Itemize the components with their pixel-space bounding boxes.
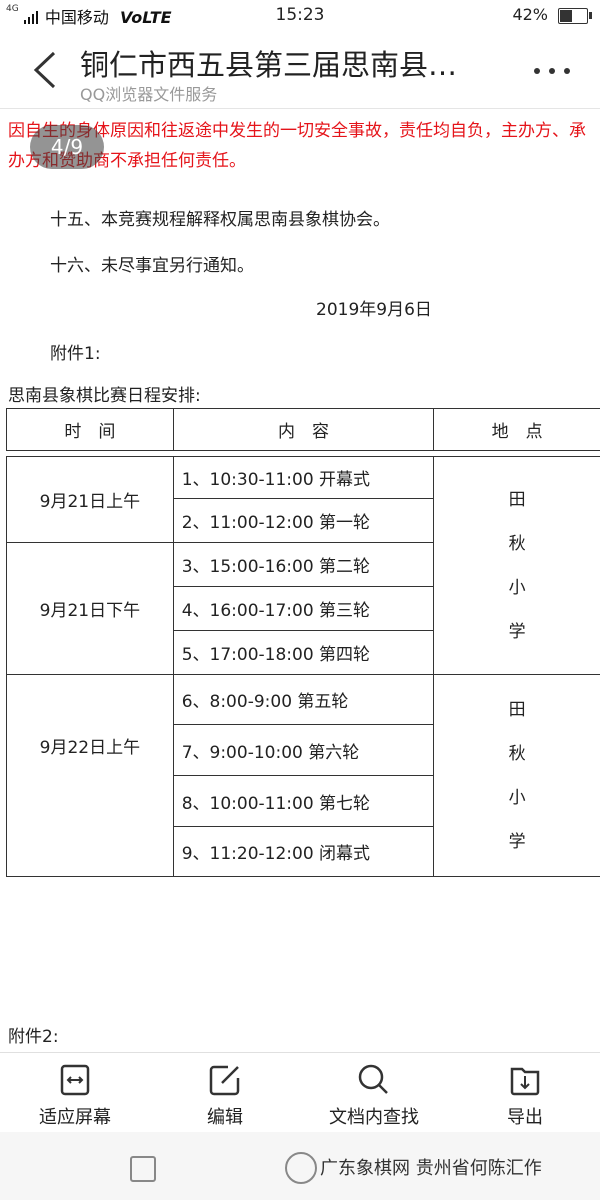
schedule-title: 思南县象棋比赛日程安排:	[8, 386, 201, 406]
place-char: 田	[508, 699, 526, 720]
battery-icon	[558, 8, 592, 24]
app-header: 铜仁市西五县第三届思南县… QQ浏览器文件服务	[0, 32, 600, 109]
find-in-document-button[interactable]: 文档内查找	[314, 1063, 434, 1129]
document-date: 2019年9月6日	[316, 300, 432, 320]
place-cell: 田 秋 小 学	[433, 456, 600, 675]
find-label: 文档内查找	[329, 1107, 419, 1128]
export-download-icon	[510, 1067, 540, 1096]
place-char: 学	[508, 621, 526, 642]
time-cell: 9月21日上午	[6, 456, 174, 543]
place-char: 小	[508, 577, 526, 598]
table-header-row: 时 间 内 容 地 点	[6, 408, 600, 451]
back-button[interactable]	[30, 50, 62, 90]
header-time: 时 间	[6, 408, 174, 451]
table-row: 9月22日上午 6、8:00-9:00 第五轮 田 秋 小 学	[6, 674, 600, 877]
content-cell: 4、16:00-17:00 第三轮	[172, 586, 435, 631]
header-content: 内 容	[172, 408, 435, 451]
chevron-left-icon	[33, 51, 56, 89]
system-nav-bar: 广东象棋网 贵州省何陈汇作	[0, 1132, 600, 1200]
edit-icon	[209, 1065, 240, 1096]
more-menu-button[interactable]	[532, 60, 572, 80]
recent-apps-button[interactable]	[130, 1156, 156, 1182]
bottom-toolbar: 适应屏幕 编辑 文档内查找 导出	[0, 1052, 600, 1133]
rule-16: 十六、未尽事宜另行通知。	[50, 256, 254, 276]
header-place: 地 点	[433, 408, 600, 451]
edit-button[interactable]: 编辑	[165, 1063, 285, 1129]
content-cell: 7、9:00-10:00 第六轮	[172, 724, 435, 776]
attachment-2-label: 附件2:	[8, 1027, 59, 1047]
content-cell: 6、8:00-9:00 第五轮	[172, 674, 435, 725]
search-icon	[358, 1064, 388, 1094]
export-button[interactable]: 导出	[465, 1063, 585, 1129]
place-char: 秋	[508, 743, 526, 764]
fit-screen-icon	[60, 1064, 90, 1096]
edit-label: 编辑	[207, 1107, 243, 1128]
time-cell: 9月21日下午	[6, 542, 174, 675]
watermark-text: 广东象棋网 贵州省何陈汇作	[320, 1158, 542, 1179]
fit-screen-label: 适应屏幕	[39, 1107, 111, 1128]
clock: 15:23	[275, 5, 325, 25]
place-char: 秋	[508, 533, 526, 554]
place-cell: 田 秋 小 学	[433, 674, 600, 877]
page-title: 铜仁市西五县第三届思南县…	[80, 48, 458, 82]
place-char: 小	[508, 787, 526, 808]
schedule-table: 时 间 内 容 地 点 9月21日上午 1、10:30-11:00 开幕式 田 …	[6, 408, 600, 877]
content-cell: 5、17:00-18:00 第四轮	[172, 630, 435, 675]
page-indicator-badge: 4/9	[30, 125, 104, 169]
time-cell: 9月22日上午	[6, 674, 174, 877]
table-row: 9月21日上午 1、10:30-11:00 开幕式 田 秋 小 学	[6, 456, 600, 675]
rule-15: 十五、本竞赛规程解释权属思南县象棋协会。	[50, 210, 390, 230]
content-cell: 2、11:00-12:00 第一轮	[172, 498, 435, 543]
battery-percent: 42%	[512, 5, 548, 24]
content-cell: 3、15:00-16:00 第二轮	[172, 542, 435, 587]
content-cell: 1、10:30-11:00 开幕式	[172, 456, 435, 499]
content-cell: 8、10:00-11:00 第七轮	[172, 775, 435, 827]
content-cell: 9、11:20-12:00 闭幕式	[172, 826, 435, 877]
page-subtitle: QQ浏览器文件服务	[80, 85, 218, 104]
status-bar: 4G 中国移动 VoLTE 15:23 42%	[0, 0, 600, 32]
attachment-1-label: 附件1:	[50, 344, 101, 364]
place-char: 学	[508, 831, 526, 852]
fit-screen-button[interactable]: 适应屏幕	[15, 1063, 135, 1129]
export-label: 导出	[507, 1107, 543, 1128]
home-button[interactable]	[285, 1152, 317, 1184]
place-char: 田	[508, 489, 526, 510]
